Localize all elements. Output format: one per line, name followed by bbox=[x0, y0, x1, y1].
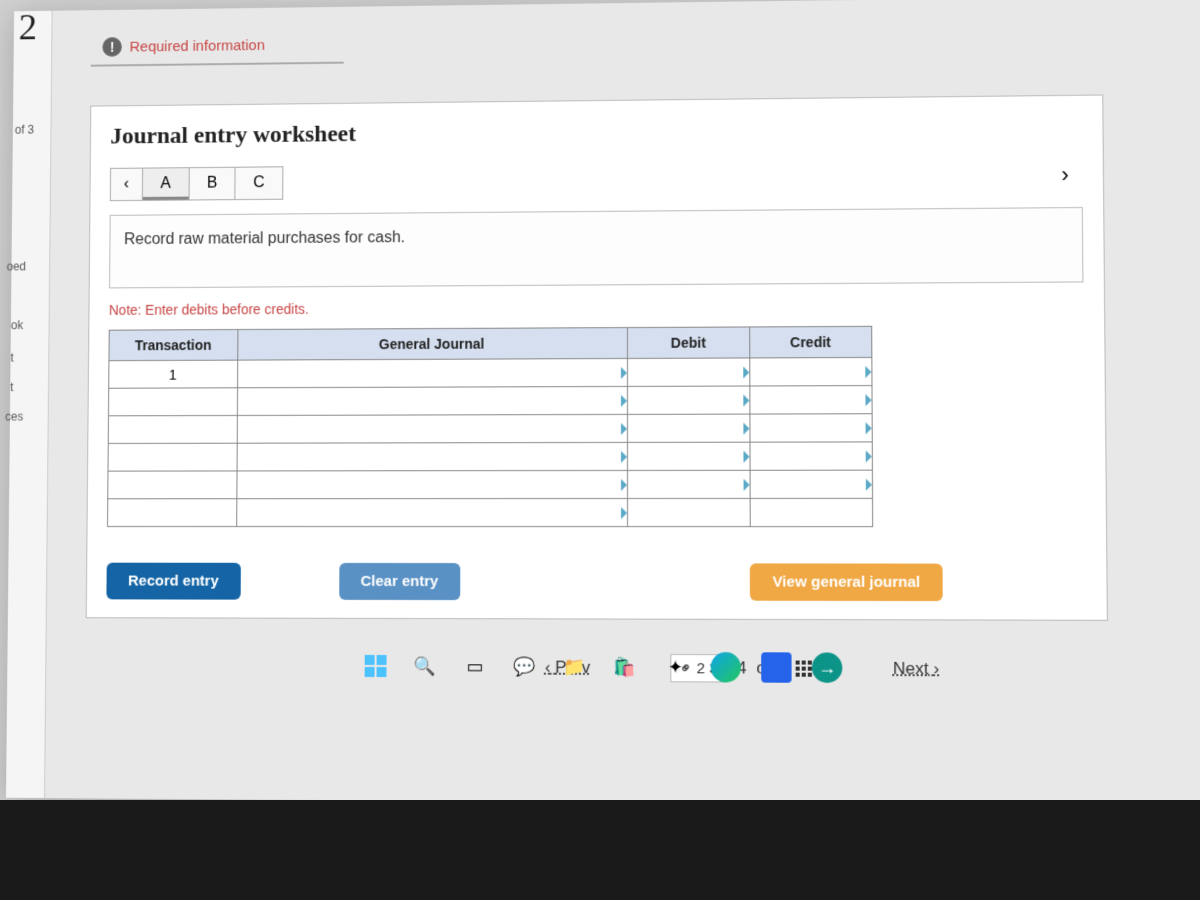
cell-gj-3[interactable] bbox=[237, 414, 628, 443]
windows-taskbar: 🔍 ▭ 💬 📁 🛍️ ✦ → bbox=[7, 641, 1200, 694]
cell-debit-2[interactable] bbox=[628, 386, 750, 414]
tab-b[interactable]: B bbox=[189, 167, 236, 201]
windows-start-icon[interactable] bbox=[361, 651, 391, 681]
col-debit: Debit bbox=[628, 327, 750, 359]
chevron-left-icon: ‹ bbox=[124, 176, 129, 194]
cell-gj-1[interactable] bbox=[237, 358, 628, 387]
cell-transaction-4 bbox=[108, 443, 237, 471]
dropdown-caret-icon bbox=[621, 507, 627, 519]
cell-gj-4[interactable] bbox=[237, 442, 628, 471]
sidebar-frag-oed: oed bbox=[7, 260, 26, 274]
dropdown-caret-icon bbox=[621, 479, 627, 491]
chevron-right-icon: › bbox=[1061, 162, 1069, 188]
dropdown-caret-icon bbox=[866, 422, 872, 434]
file-explorer-icon[interactable]: 📁 bbox=[560, 652, 590, 682]
dropdown-caret-icon bbox=[866, 479, 872, 491]
dropdown-caret-icon bbox=[621, 451, 627, 463]
tab-prev-button[interactable]: ‹ bbox=[110, 168, 143, 202]
cell-debit-4[interactable] bbox=[628, 442, 750, 470]
cell-credit-4[interactable] bbox=[750, 442, 873, 470]
task-view-icon[interactable]: ▭ bbox=[460, 651, 490, 681]
dropdown-caret-icon bbox=[866, 450, 872, 462]
cell-debit-5[interactable] bbox=[628, 470, 750, 498]
dropdown-caret-icon bbox=[865, 366, 871, 378]
dropdown-caret-icon bbox=[743, 451, 749, 463]
app-icon-2[interactable] bbox=[761, 652, 791, 682]
edge-icon[interactable] bbox=[711, 652, 741, 682]
journal-table: Transaction General Journal Debit Credit… bbox=[107, 326, 873, 527]
view-general-journal-button[interactable]: View general journal bbox=[750, 563, 943, 601]
worksheet-card: Journal entry worksheet ‹ A B C › Record… bbox=[86, 94, 1108, 620]
cell-transaction-1: 1 bbox=[109, 360, 238, 388]
cell-debit-6[interactable] bbox=[628, 498, 750, 526]
transaction-description: Record raw material purchases for cash. bbox=[109, 207, 1083, 288]
dropdown-caret-icon bbox=[621, 423, 627, 435]
cell-transaction-2 bbox=[108, 388, 237, 416]
chat-icon[interactable]: 💬 bbox=[510, 651, 540, 681]
note-text: Note: Enter debits before credits. bbox=[109, 297, 1084, 318]
col-general-journal: General Journal bbox=[237, 328, 627, 361]
sidebar-frag-ces: ces bbox=[5, 410, 23, 424]
cell-transaction-6 bbox=[108, 499, 237, 527]
sidebar-frag-ok: ok bbox=[11, 318, 23, 332]
sidebar-frag-t2: t bbox=[10, 380, 13, 394]
col-transaction: Transaction bbox=[109, 330, 238, 361]
tab-row: ‹ A B C bbox=[110, 159, 1083, 201]
dropdown-caret-icon bbox=[743, 366, 749, 378]
sidebar-frag-t1: t bbox=[10, 351, 13, 365]
cell-transaction-5 bbox=[108, 471, 237, 499]
cell-debit-3[interactable] bbox=[628, 414, 750, 442]
dropdown-caret-icon bbox=[621, 367, 627, 379]
dropdown-caret-icon bbox=[743, 395, 749, 407]
cell-credit-2[interactable] bbox=[749, 386, 872, 414]
dropdown-caret-icon bbox=[743, 423, 749, 435]
required-info-label: Required information bbox=[129, 37, 264, 55]
cell-transaction-3 bbox=[108, 415, 237, 443]
dropdown-caret-icon bbox=[865, 394, 871, 406]
tab-c[interactable]: C bbox=[236, 166, 284, 200]
app-icon-3[interactable]: → bbox=[812, 652, 843, 683]
required-info-row[interactable]: ! Required information bbox=[91, 26, 344, 66]
col-credit: Credit bbox=[749, 326, 872, 358]
app-icon-1[interactable]: ✦ bbox=[660, 652, 690, 682]
cell-credit-1[interactable] bbox=[749, 357, 872, 386]
search-icon[interactable]: 🔍 bbox=[410, 651, 440, 681]
action-row: Record entry Clear entry View general jo… bbox=[106, 563, 1086, 602]
cell-credit-6[interactable] bbox=[750, 498, 873, 526]
cell-gj-2[interactable] bbox=[237, 386, 628, 415]
dropdown-caret-icon bbox=[621, 395, 627, 407]
store-icon[interactable]: 🛍️ bbox=[610, 652, 640, 682]
record-entry-button[interactable]: Record entry bbox=[106, 563, 240, 600]
sidebar-of-text: of 3 bbox=[15, 123, 34, 137]
exclaim-icon: ! bbox=[102, 37, 122, 57]
cell-debit-1[interactable] bbox=[628, 358, 750, 386]
cell-credit-5[interactable] bbox=[750, 470, 873, 498]
bottom-black-area bbox=[0, 800, 1200, 900]
worksheet-title: Journal entry worksheet bbox=[110, 114, 1082, 151]
question-number: 2 bbox=[19, 6, 38, 49]
cell-gj-6[interactable] bbox=[236, 499, 627, 527]
cell-credit-3[interactable] bbox=[749, 414, 872, 442]
dropdown-caret-icon bbox=[743, 479, 749, 491]
cell-gj-5[interactable] bbox=[236, 470, 627, 498]
tab-a[interactable]: A bbox=[143, 167, 190, 201]
clear-entry-button[interactable]: Clear entry bbox=[339, 563, 460, 600]
tab-next-button[interactable]: › bbox=[1048, 158, 1083, 192]
